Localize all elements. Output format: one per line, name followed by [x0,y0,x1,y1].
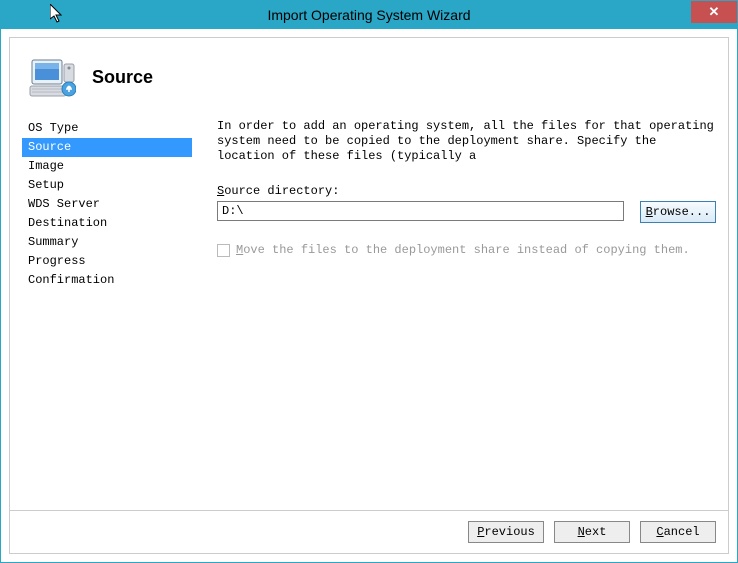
sidebar-item-setup[interactable]: Setup [22,176,192,195]
cancel-button[interactable]: Cancel [640,521,716,543]
sidebar-item-source[interactable]: Source [22,138,192,157]
titlebar: Import Operating System Wizard ✕ [1,1,737,29]
wizard-steps-sidebar: OS Type Source Image Setup WDS Server De… [22,113,192,510]
sidebar-item-os-type[interactable]: OS Type [22,119,192,138]
sidebar-item-progress[interactable]: Progress [22,252,192,271]
sidebar-item-image[interactable]: Image [22,157,192,176]
sidebar-item-summary[interactable]: Summary [22,233,192,252]
move-files-label: Move the files to the deployment share i… [236,243,690,257]
wizard-panel: Source OS Type Source Image Setup WDS Se… [9,37,729,554]
main-content: In order to add an operating system, all… [217,113,716,510]
wizard-body: Source OS Type Source Image Setup WDS Se… [1,29,737,562]
wizard-window: Import Operating System Wizard ✕ [0,0,738,563]
computer-icon [28,54,76,102]
browse-button[interactable]: Browse... [640,201,716,223]
instruction-text: In order to add an operating system, all… [217,119,716,164]
source-directory-label: Source directory: [217,184,716,198]
sidebar-item-confirmation[interactable]: Confirmation [22,271,192,290]
sidebar-item-wds-server[interactable]: WDS Server [22,195,192,214]
close-button[interactable]: ✕ [691,1,737,23]
move-files-checkbox [217,244,230,257]
wizard-footer: Previous Next Cancel [10,510,728,553]
sidebar-item-destination[interactable]: Destination [22,214,192,233]
source-directory-input[interactable] [217,201,624,221]
source-directory-row: Browse... [217,201,716,223]
window-title: Import Operating System Wizard [267,7,470,23]
page-title: Source [92,67,153,88]
previous-button[interactable]: Previous [468,521,544,543]
move-files-checkbox-row: Move the files to the deployment share i… [217,243,716,257]
next-button[interactable]: Next [554,521,630,543]
page-header: Source [10,38,728,113]
content-area: OS Type Source Image Setup WDS Server De… [10,113,728,510]
close-icon: ✕ [709,4,720,20]
